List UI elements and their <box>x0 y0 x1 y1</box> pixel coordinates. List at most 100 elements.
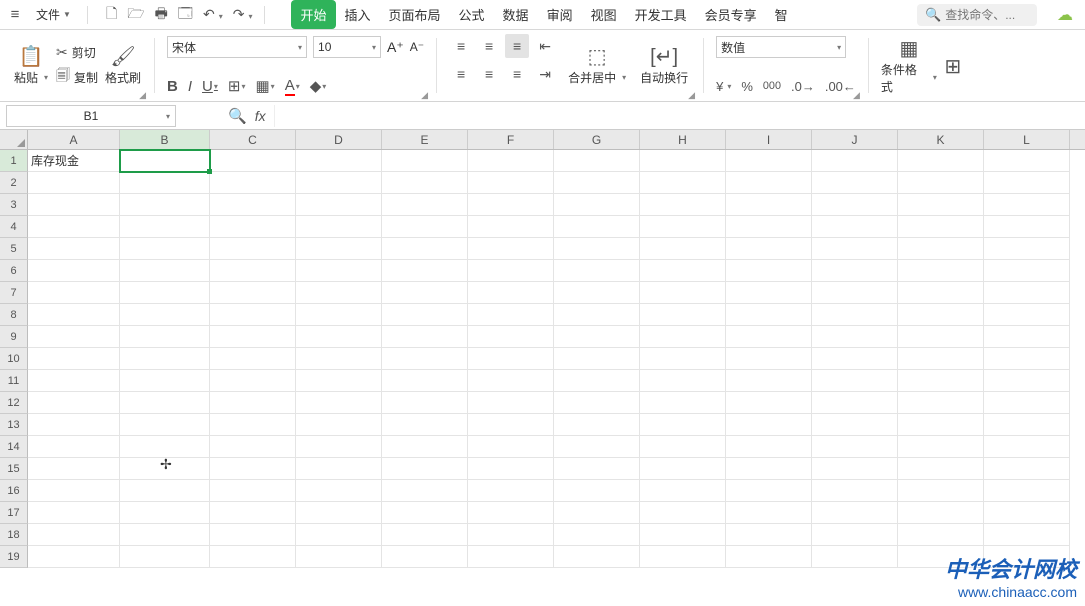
tab-0[interactable]: 开始 <box>291 0 335 29</box>
cell-G11[interactable] <box>554 370 640 392</box>
cell-A14[interactable] <box>28 436 120 458</box>
row-header-6[interactable]: 6 <box>0 260 28 282</box>
cell-C8[interactable] <box>210 304 296 326</box>
cell-F18[interactable] <box>468 524 554 546</box>
col-header-K[interactable]: K <box>898 130 984 149</box>
cell-F3[interactable] <box>468 194 554 216</box>
cell-I11[interactable] <box>726 370 812 392</box>
cell-L15[interactable] <box>984 458 1070 480</box>
cell-I7[interactable] <box>726 282 812 304</box>
cell-K1[interactable] <box>898 150 984 172</box>
cell-D1[interactable] <box>296 150 382 172</box>
cell-C15[interactable] <box>210 458 296 480</box>
cell-G14[interactable] <box>554 436 640 458</box>
row-header-17[interactable]: 17 <box>0 502 28 524</box>
cell-K11[interactable] <box>898 370 984 392</box>
merge-center-button[interactable]: ⬚ 合并居中▾ <box>567 34 627 99</box>
cell-K18[interactable] <box>898 524 984 546</box>
cell-B3[interactable] <box>120 194 210 216</box>
align-top-icon[interactable]: ≡ <box>449 34 473 58</box>
cell-K16[interactable] <box>898 480 984 502</box>
cell-I6[interactable] <box>726 260 812 282</box>
italic-button[interactable]: I <box>188 78 192 95</box>
cell-A18[interactable] <box>28 524 120 546</box>
cell-F10[interactable] <box>468 348 554 370</box>
paste-button[interactable]: 📋 粘贴▾ <box>12 47 50 86</box>
cell-H8[interactable] <box>640 304 726 326</box>
cell-D11[interactable] <box>296 370 382 392</box>
cell-A12[interactable] <box>28 392 120 414</box>
cell-G8[interactable] <box>554 304 640 326</box>
cell-D7[interactable] <box>296 282 382 304</box>
cell-D10[interactable] <box>296 348 382 370</box>
cell-C16[interactable] <box>210 480 296 502</box>
align-middle-icon[interactable]: ≡ <box>477 34 501 58</box>
clear-format-button[interactable]: ◆▾ <box>310 77 327 95</box>
cell-C19[interactable] <box>210 546 296 568</box>
cell-L12[interactable] <box>984 392 1070 414</box>
cell-I16[interactable] <box>726 480 812 502</box>
cell-J9[interactable] <box>812 326 898 348</box>
cell-G9[interactable] <box>554 326 640 348</box>
cell-A17[interactable] <box>28 502 120 524</box>
cell-D17[interactable] <box>296 502 382 524</box>
cell-B7[interactable] <box>120 282 210 304</box>
cell-L14[interactable] <box>984 436 1070 458</box>
cell-C10[interactable] <box>210 348 296 370</box>
cell-A9[interactable] <box>28 326 120 348</box>
cell-A11[interactable] <box>28 370 120 392</box>
cell-H17[interactable] <box>640 502 726 524</box>
cell-K12[interactable] <box>898 392 984 414</box>
cell-K3[interactable] <box>898 194 984 216</box>
tab-3[interactable]: 公式 <box>450 0 494 29</box>
cell-B16[interactable] <box>120 480 210 502</box>
print-preview-icon[interactable]: 🗔 <box>178 3 193 27</box>
name-box[interactable]: B1 ▾ <box>6 105 176 127</box>
group-launcher-icon[interactable]: ◢ <box>688 90 695 101</box>
cell-C12[interactable] <box>210 392 296 414</box>
cell-K14[interactable] <box>898 436 984 458</box>
cell-E13[interactable] <box>382 414 468 436</box>
cell-H12[interactable] <box>640 392 726 414</box>
cell-D6[interactable] <box>296 260 382 282</box>
cell-H11[interactable] <box>640 370 726 392</box>
col-header-E[interactable]: E <box>382 130 468 149</box>
percent-button[interactable]: % <box>741 79 753 94</box>
formula-input[interactable] <box>274 105 1085 127</box>
cell-J3[interactable] <box>812 194 898 216</box>
cell-L8[interactable] <box>984 304 1070 326</box>
col-header-A[interactable]: A <box>28 130 120 149</box>
cell-B9[interactable] <box>120 326 210 348</box>
col-header-J[interactable]: J <box>812 130 898 149</box>
cell-H3[interactable] <box>640 194 726 216</box>
cell-G19[interactable] <box>554 546 640 568</box>
new-icon[interactable]: 🗋 <box>106 3 117 27</box>
cell-A4[interactable] <box>28 216 120 238</box>
row-header-4[interactable]: 4 <box>0 216 28 238</box>
cell-H15[interactable] <box>640 458 726 480</box>
border-button[interactable]: ⊞▾ <box>228 77 246 95</box>
cell-B8[interactable] <box>120 304 210 326</box>
cell-J12[interactable] <box>812 392 898 414</box>
comma-button[interactable]: 000 <box>763 80 781 92</box>
fx-icon[interactable]: fx <box>255 108 266 124</box>
font-name-select[interactable]: 宋体▾ <box>167 36 307 58</box>
cell-B19[interactable] <box>120 546 210 568</box>
row-header-5[interactable]: 5 <box>0 238 28 260</box>
col-header-L[interactable]: L <box>984 130 1070 149</box>
cell-H9[interactable] <box>640 326 726 348</box>
cell-E18[interactable] <box>382 524 468 546</box>
cell-J2[interactable] <box>812 172 898 194</box>
cut-button[interactable]: ✂剪切 <box>56 44 98 61</box>
cell-G5[interactable] <box>554 238 640 260</box>
cell-K7[interactable] <box>898 282 984 304</box>
cell-F19[interactable] <box>468 546 554 568</box>
tab-8[interactable]: 会员专享 <box>696 0 766 29</box>
cell-B11[interactable] <box>120 370 210 392</box>
cell-D3[interactable] <box>296 194 382 216</box>
cell-K6[interactable] <box>898 260 984 282</box>
cell-L18[interactable] <box>984 524 1070 546</box>
zoom-icon[interactable]: 🔍 <box>228 107 247 125</box>
row-header-16[interactable]: 16 <box>0 480 28 502</box>
cell-A1[interactable]: 库存现金 <box>28 150 120 172</box>
